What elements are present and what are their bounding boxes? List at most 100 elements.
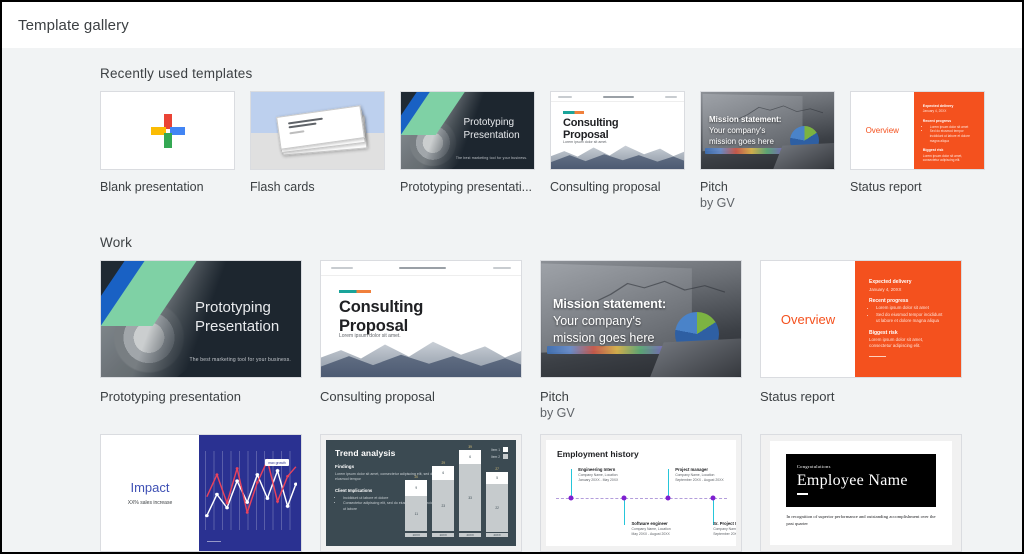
status-heading-1: Expected delivery (869, 279, 947, 285)
template-thumbnail[interactable] (250, 91, 385, 170)
trend-chart-legend: Item 1 Item 2 (491, 447, 508, 461)
template-thumbnail[interactable]: Mission statement: Your company's missio… (540, 260, 742, 378)
blank-presentation-art (101, 92, 234, 169)
template-card-trend-analysis[interactable]: Trend analysis Findings Lorem ipsum dolo… (320, 434, 522, 552)
template-sublabel: by GV (700, 196, 835, 210)
template-thumbnail[interactable]: Prototyping Presentation The best market… (400, 91, 535, 170)
template-gallery-body: Recently used templates Blank presentati… (2, 48, 1022, 552)
bar-group: 20 9 11 20XX (405, 475, 427, 538)
bar-segment-value: 6 (432, 466, 454, 481)
template-card-consulting-proposal-large[interactable]: Consulting Proposal Lorem ipsum dolor si… (320, 260, 522, 420)
pitch-line3: mission goes here (709, 137, 774, 146)
impact-annotation-badge: max growth (265, 459, 289, 466)
bar-group: 27 5 22 20XX (486, 467, 508, 538)
status-heading-2: Recent progress (923, 119, 975, 123)
consult-subtitle: Lorem ipsum dolor sit amet. (339, 333, 401, 339)
timeline-event: Engineering Intern Company Name, Locatio… (578, 467, 665, 483)
template-gallery-screen: Template gallery Recently used templates… (0, 0, 1024, 554)
template-card-prototyping-presentation-large[interactable]: Prototyping Presentation The best market… (100, 260, 302, 420)
template-card-pitch-large[interactable]: Mission statement: Your company's missio… (540, 260, 742, 420)
status-heading-2: Recent progress (869, 298, 947, 304)
section-title-work: Work (100, 235, 1002, 250)
section-title-recent: Recently used templates (100, 66, 1002, 81)
bar-group: 29 6 23 20XX (432, 461, 454, 538)
consult-subtitle: Lorem ipsum dolor sit amet. (563, 140, 607, 144)
timeline-event: Sr. Project Manager Company Name, Locati… (713, 521, 736, 537)
employment-history-art: Employment history Engineering Intern Co… (541, 435, 741, 551)
pitch-line1: Mission statement: (553, 296, 666, 313)
bar-x-label: 20XX (405, 533, 427, 537)
template-thumbnail[interactable]: Prototyping Presentation The best market… (100, 260, 302, 378)
bar-segment-value: 9 (405, 480, 427, 497)
bar-total-label: 20 (415, 475, 419, 479)
bar-total-label: 29 (441, 461, 445, 465)
bar-x-label: 20XX (486, 533, 508, 537)
proto-title-line1: Prototyping (195, 299, 271, 316)
pitch-line1: Mission statement: (709, 115, 781, 126)
event-dates: January 20XX - May 20XX (578, 478, 665, 483)
trend-bar-chart: 20 9 11 20XX 29 (405, 471, 508, 537)
bar-segment-value: 33 (459, 464, 481, 531)
bar-total-label: 27 (495, 467, 499, 471)
template-card-consulting-proposal[interactable]: Consulting Proposal Lorem ipsum dolor si… (550, 91, 685, 210)
template-thumbnail[interactable]: Overview Expected delivery January 4, 20… (760, 260, 962, 378)
template-card-employment-history[interactable]: Employment history Engineering Intern Co… (540, 434, 742, 552)
template-card-blank-presentation[interactable]: Blank presentation (100, 91, 235, 210)
bar-segment-value: 5 (486, 472, 508, 484)
template-label: Consulting proposal (550, 180, 685, 194)
template-thumbnail[interactable]: Consulting Proposal Lorem ipsum dolor si… (320, 260, 522, 378)
event-dates: May 20XX - August 20XX (632, 532, 719, 537)
template-label: Blank presentation (100, 180, 235, 194)
status-text-1: January 4, 20XX (923, 109, 975, 114)
bar-segment-value: 11 (405, 496, 427, 531)
template-label: Flash cards (250, 180, 385, 194)
template-card-certificate[interactable]: Congratulations Employee Name In recogni… (760, 434, 962, 552)
template-card-flash-cards[interactable]: Flash cards (250, 91, 385, 210)
template-label: Status report (760, 389, 962, 404)
template-thumbnail[interactable]: Impact XX% sales increase (100, 434, 302, 552)
event-dates: September 20XX - August 20XX (675, 478, 736, 483)
pitch-art: Mission statement: Your company's missio… (541, 261, 741, 377)
impact-subtitle: XX% sales increase (128, 500, 172, 506)
impact-title: Impact (130, 480, 169, 495)
bar-segment-value: 6 (459, 450, 481, 465)
timeline-event: Project manager Company Name, Location S… (675, 467, 736, 483)
proto-title-line2: Presentation (464, 130, 520, 141)
event-role: Software engineer (632, 521, 719, 526)
template-label: Status report (850, 180, 985, 194)
certificate-congrats: Congratulations (797, 464, 925, 469)
status-overview-text: Overview (866, 126, 899, 135)
event-dates: September 20XX - Present (713, 532, 736, 537)
template-thumbnail[interactable]: Trend analysis Findings Lorem ipsum dolo… (320, 434, 522, 552)
template-thumbnail[interactable]: Overview Expected delivery January 4, 20… (850, 91, 985, 170)
status-heading-1: Expected delivery (923, 104, 975, 108)
template-card-prototyping-presentation[interactable]: Prototyping Presentation The best market… (400, 91, 535, 210)
template-card-status-report-large[interactable]: Overview Expected delivery January 4, 20… (760, 260, 962, 420)
certificate-body: In recognition of superior performance a… (786, 514, 935, 528)
status-bullet: Sed do eiusmod tempor incididunt ut labo… (876, 312, 947, 325)
status-report-art: Overview Expected delivery January 4, 20… (851, 92, 984, 169)
status-text-1: January 4, 20XX (869, 287, 947, 293)
flash-cards-art (251, 92, 384, 169)
template-label: Pitch (540, 389, 742, 404)
consult-title-line1: Consulting (339, 298, 423, 316)
template-thumbnail[interactable]: Consulting Proposal Lorem ipsum dolor si… (550, 91, 685, 170)
bar-x-label: 20XX (432, 533, 454, 537)
template-card-status-report[interactable]: Overview Expected delivery January 4, 20… (850, 91, 985, 210)
trend-findings-heading: Findings (335, 464, 507, 469)
template-thumbnail[interactable] (100, 91, 235, 170)
template-thumbnail[interactable]: Congratulations Employee Name In recogni… (760, 434, 962, 552)
legend-label: Item 1 (491, 448, 500, 452)
trend-analysis-art: Trend analysis Findings Lorem ipsum dolo… (321, 435, 521, 551)
template-thumbnail[interactable]: Employment history Engineering Intern Co… (540, 434, 742, 552)
proto-title-line1: Prototyping (464, 117, 515, 128)
template-thumbnail[interactable]: Mission statement: Your company's missio… (700, 91, 835, 170)
pitch-art: Mission statement: Your company's missio… (701, 92, 834, 169)
bar-segment-value: 22 (486, 484, 508, 532)
template-card-pitch[interactable]: Mission statement: Your company's missio… (700, 91, 835, 210)
template-card-impact[interactable]: Impact XX% sales increase (100, 434, 302, 552)
event-role: Engineering Intern (578, 467, 665, 472)
work-templates-row-2: Impact XX% sales increase (100, 434, 1002, 552)
timeline-node (621, 496, 626, 501)
timeline-axis (556, 498, 727, 499)
